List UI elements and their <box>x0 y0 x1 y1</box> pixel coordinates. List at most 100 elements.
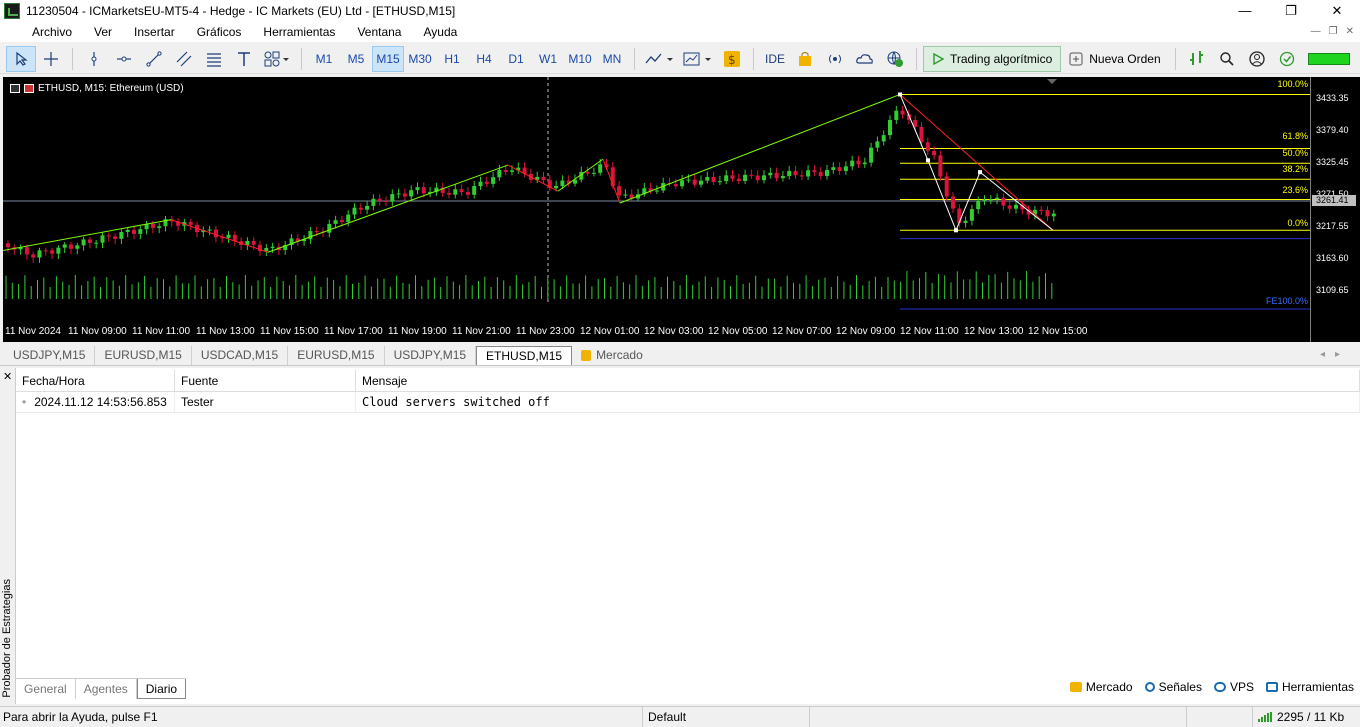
depth-of-market-icon[interactable] <box>1182 46 1212 72</box>
candle-body <box>654 190 659 192</box>
strategy-tester-label[interactable]: Probador de Estrategias <box>1 579 13 698</box>
candle-body <box>390 194 395 202</box>
play-icon <box>933 52 944 65</box>
account-icon[interactable] <box>1242 46 1272 72</box>
mdi-close-icon[interactable]: ✕ <box>1346 22 1354 42</box>
tab-mercado[interactable]: Mercado <box>572 346 652 365</box>
status-traffic[interactable]: 2295 / 11 Kb <box>1258 710 1344 724</box>
cursor-tool-icon[interactable] <box>6 45 36 72</box>
menu-insertar[interactable]: Insertar <box>123 22 186 42</box>
timeframe-m30[interactable]: M30 <box>404 46 436 72</box>
chart-area[interactable]: ETHUSD, M15: Ethereum (USD) 100.0% 61.8%… <box>3 77 1310 342</box>
tab-agentes[interactable]: Agentes <box>76 679 137 699</box>
y-tick: 3433.35 <box>1316 93 1349 103</box>
candle-body <box>270 246 275 249</box>
link-mercado[interactable]: Mercado <box>1069 680 1133 694</box>
mdi-minimize-icon[interactable]: — <box>1311 22 1321 42</box>
column-message[interactable]: Mensaje <box>356 370 1360 392</box>
zigzag-line <box>267 164 509 253</box>
tab-ethusd-m15[interactable]: ETHUSD,M15 <box>476 346 573 365</box>
tab-usdjpy-m15-2[interactable]: USDJPY,M15 <box>385 346 477 365</box>
new-order-button[interactable]: Nueva Orden <box>1061 46 1168 72</box>
crosshair-tool-icon[interactable] <box>36 46 66 72</box>
timeframe-d1[interactable]: D1 <box>500 46 532 72</box>
toolbox-close-icon[interactable]: ✕ <box>3 370 12 383</box>
column-source[interactable]: Fuente <box>175 370 356 392</box>
chart-window-icon[interactable] <box>10 84 20 93</box>
vps-cloud-icon[interactable] <box>850 46 880 72</box>
y-axis[interactable]: 3433.35 3379.40 3325.45 3271.50 3217.55 … <box>1310 77 1360 342</box>
maximize-button[interactable]: ❐ <box>1268 0 1314 22</box>
menu-ver[interactable]: Ver <box>83 22 123 42</box>
menu-ayuda[interactable]: Ayuda <box>412 22 468 42</box>
candle-body <box>459 189 464 193</box>
timeframe-m10[interactable]: M10 <box>564 46 596 72</box>
candle-body <box>812 170 817 173</box>
candle-body <box>705 176 710 181</box>
tab-usdjpy-m15[interactable]: USDJPY,M15 <box>4 346 96 365</box>
link-herramientas[interactable]: Herramientas <box>1265 680 1354 694</box>
candle-body <box>976 200 981 210</box>
candle-body <box>591 172 596 174</box>
candle-body <box>56 247 61 254</box>
tab-scroll-arrows[interactable]: ◂▸ <box>1320 349 1350 360</box>
x-tick: 11 Nov 21:00 <box>452 326 511 337</box>
chart-templates-dropdown-icon[interactable] <box>679 46 717 72</box>
algo-trading-button[interactable]: Trading algorítmico <box>923 45 1062 72</box>
tab-eurusd-m15-2[interactable]: EURUSD,M15 <box>288 346 385 365</box>
search-icon[interactable] <box>1212 46 1242 72</box>
timeframe-m5[interactable]: M5 <box>340 46 372 72</box>
chart-shift-marker <box>1047 79 1057 84</box>
minimize-button[interactable]: — <box>1222 0 1268 22</box>
candle-body <box>774 172 779 179</box>
text-tool-icon[interactable] <box>229 46 259 72</box>
shapes-tool-icon[interactable] <box>259 46 295 72</box>
connection-ok-icon[interactable] <box>1272 46 1302 72</box>
tab-usdcad-m15[interactable]: USDCAD,M15 <box>192 346 289 365</box>
trendline-tool-icon[interactable] <box>139 46 169 72</box>
tab-diario[interactable]: Diario <box>136 679 187 699</box>
column-datetime[interactable]: Fecha/Hora <box>16 370 175 392</box>
menu-archivo[interactable]: Archivo <box>0 22 83 42</box>
y-tick: 3379.40 <box>1316 125 1349 135</box>
mdi-restore-icon[interactable]: ❐ <box>1329 22 1338 42</box>
tab-general[interactable]: General <box>16 679 76 699</box>
link-vps[interactable]: VPS <box>1213 680 1254 694</box>
menu-ventana[interactable]: Ventana <box>346 22 412 42</box>
journal-row[interactable]: • 2024.11.12 14:53:56.853 Tester Cloud se… <box>16 392 1360 413</box>
horizontal-line-tool-icon[interactable] <box>109 46 139 72</box>
tab-eurusd-m15[interactable]: EURUSD,M15 <box>95 346 192 365</box>
menu-graficos[interactable]: Gráficos <box>186 22 253 42</box>
fibonacci-tool-icon[interactable] <box>199 46 229 72</box>
timeframe-m1[interactable]: M1 <box>308 46 340 72</box>
shopping-bag-icon[interactable] <box>790 46 820 72</box>
candle-body <box>995 197 1000 200</box>
link-senales[interactable]: Señales <box>1144 680 1202 694</box>
candle-body <box>484 181 489 184</box>
dollar-icon[interactable]: $ <box>717 46 747 72</box>
candle-body <box>768 172 773 176</box>
timeframe-w1[interactable]: W1 <box>532 46 564 72</box>
status-profile[interactable]: Default <box>642 707 810 727</box>
status-help-text: Para abrir la Ayuda, pulse F1 <box>3 710 158 724</box>
timeframe-h4[interactable]: H4 <box>468 46 500 72</box>
market-globe-icon[interactable] <box>880 46 910 72</box>
close-button[interactable]: ✕ <box>1314 0 1360 22</box>
candle-body <box>673 184 678 187</box>
timeframe-mn[interactable]: MN <box>596 46 628 72</box>
ide-button[interactable]: IDE <box>760 46 790 72</box>
indicators-dropdown-icon[interactable] <box>641 46 679 72</box>
link-vps-label: VPS <box>1229 680 1254 694</box>
chart-symbol-label: ETHUSD, M15: Ethereum (USD) <box>10 83 184 94</box>
menu-herramientas[interactable]: Herramientas <box>252 22 346 42</box>
candle-body <box>327 223 332 233</box>
channel-tool-icon[interactable] <box>169 46 199 72</box>
signals-icon[interactable] <box>820 46 850 72</box>
timeframe-m15[interactable]: M15 <box>372 45 404 72</box>
vertical-line-tool-icon[interactable] <box>79 46 109 72</box>
candle-body <box>944 176 949 197</box>
timeframe-h1[interactable]: H1 <box>436 46 468 72</box>
y-tick: 3109.65 <box>1316 285 1349 295</box>
candle-body <box>825 169 829 176</box>
chart-settings-icon[interactable] <box>24 84 34 93</box>
